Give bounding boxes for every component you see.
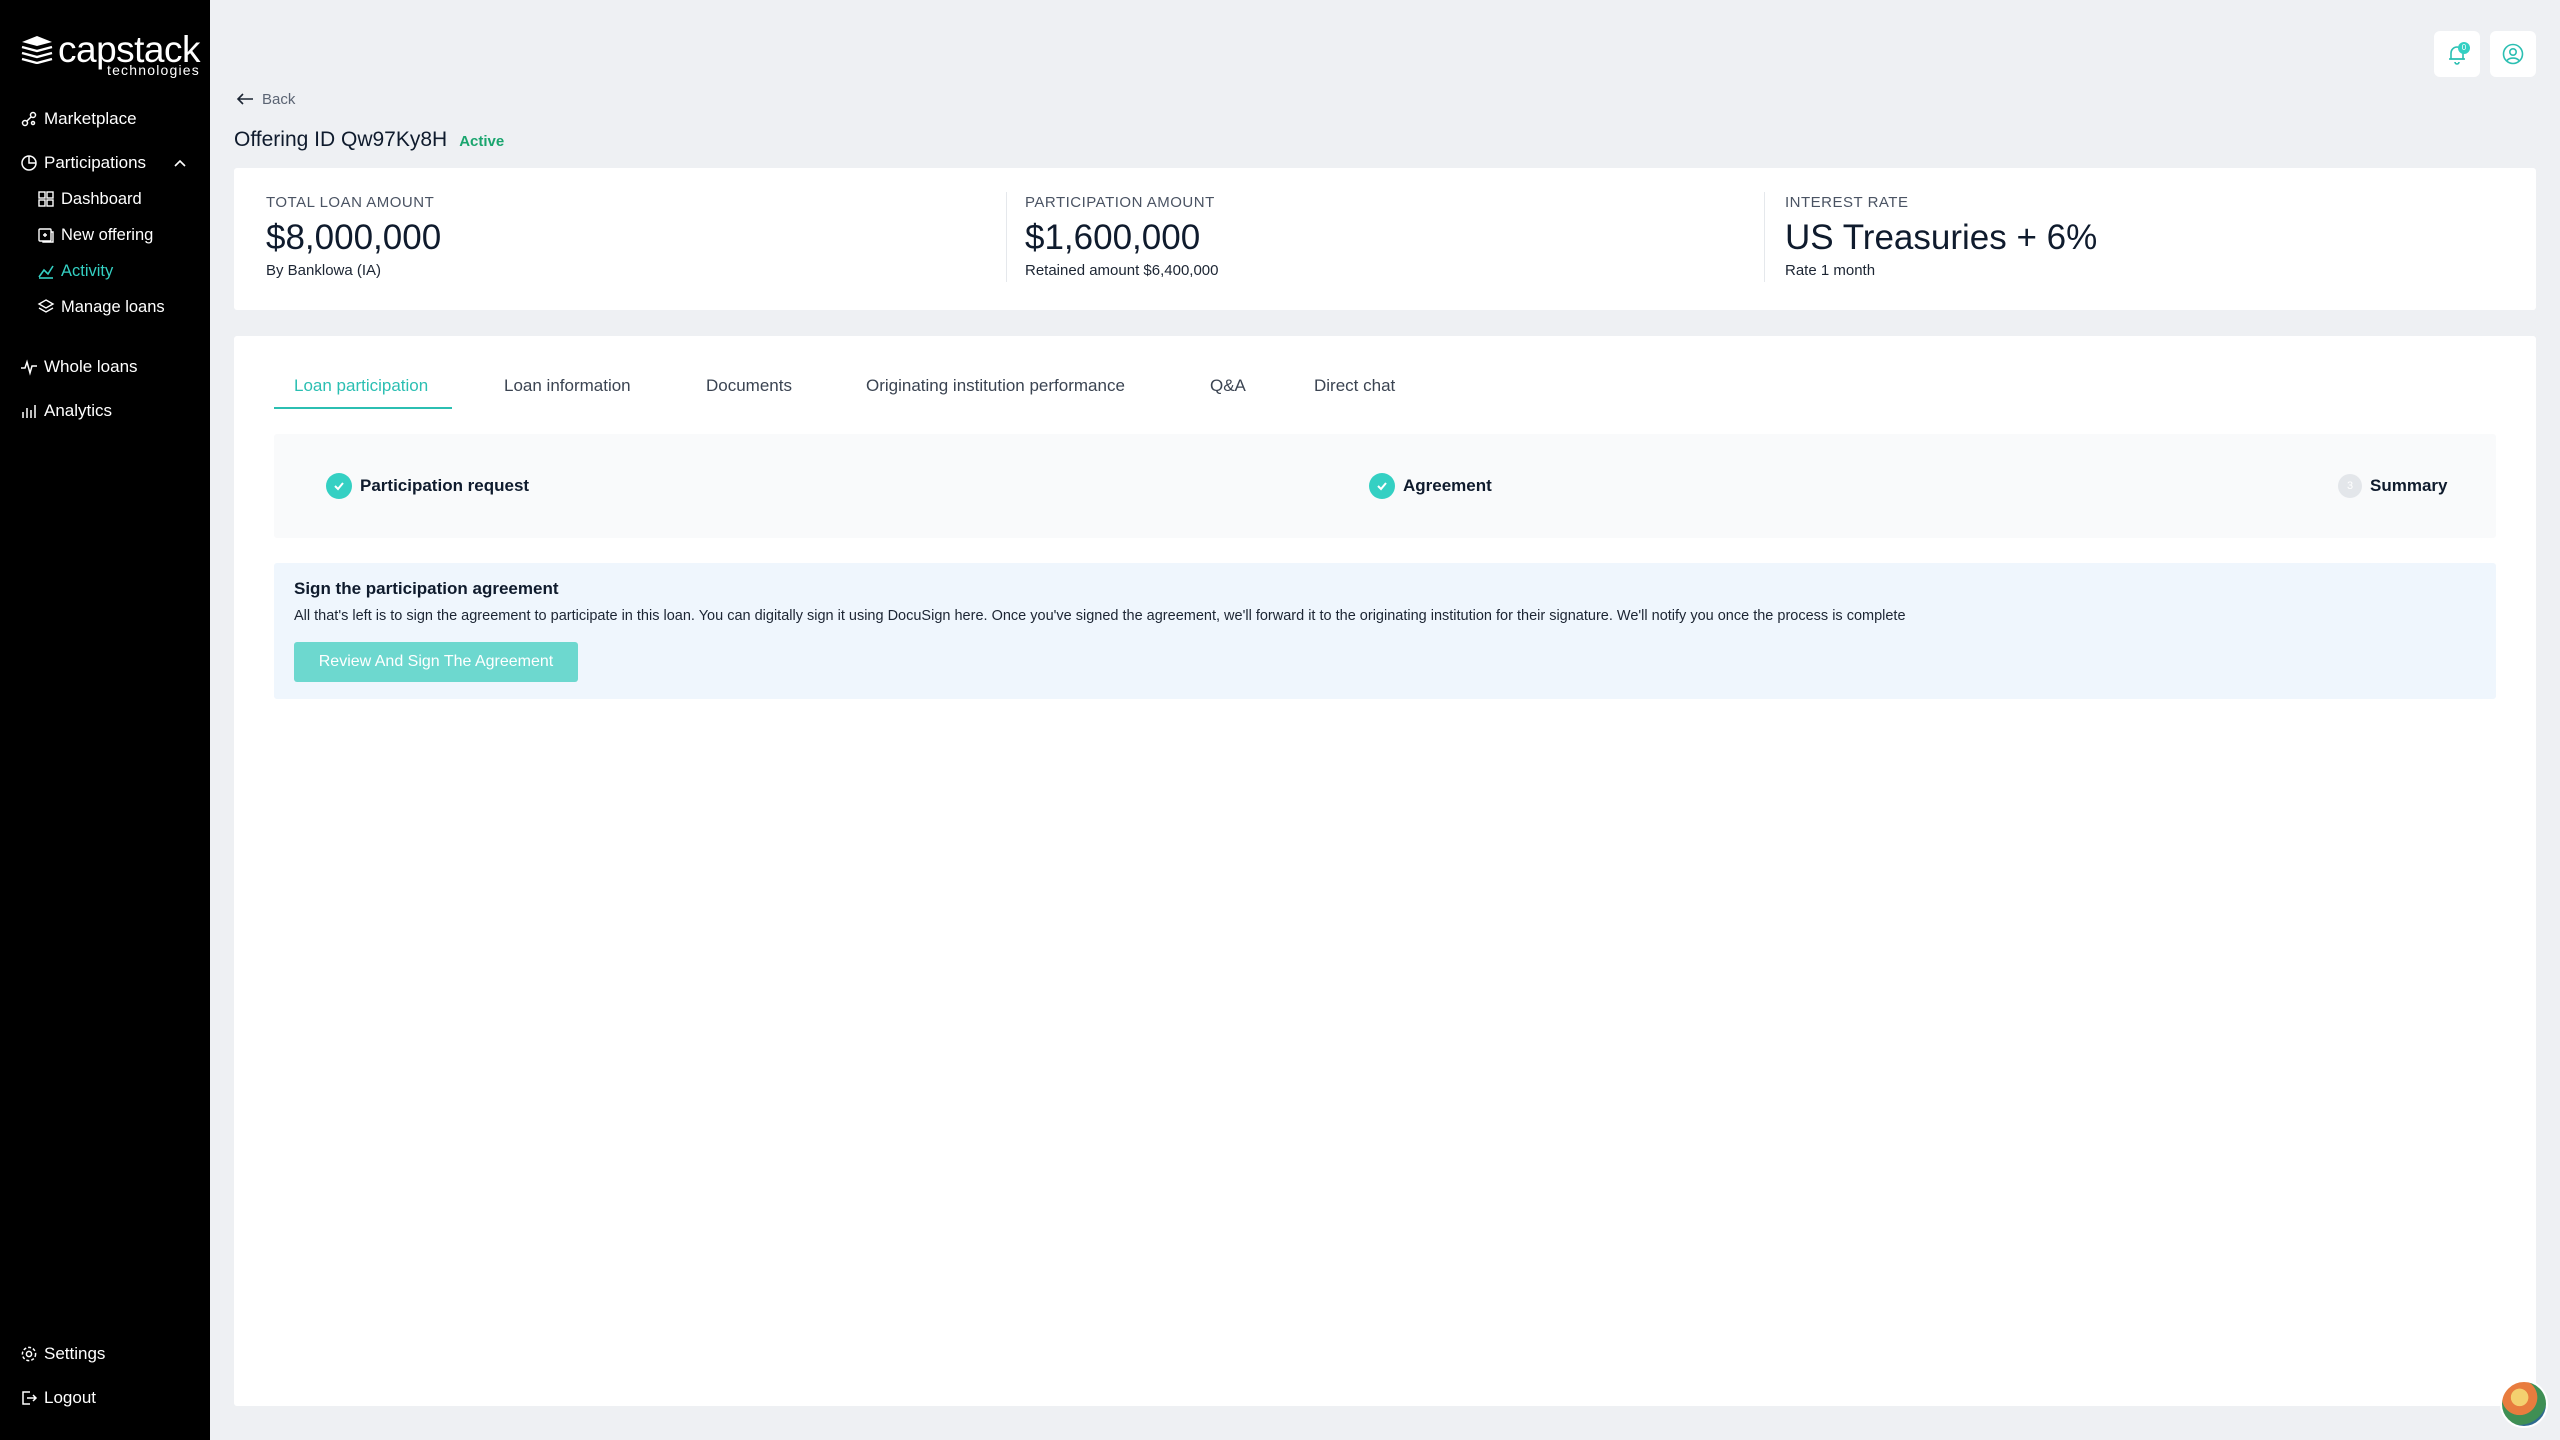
sidebar-item-label: Analytics — [44, 401, 113, 420]
tab-originating-institution-performance[interactable]: Originating institution performance — [866, 376, 1125, 408]
stat-value: $1,600,000 — [1025, 218, 1201, 257]
logout-icon — [22, 1391, 38, 1405]
stat-label: INTEREST RATE — [1785, 194, 1909, 211]
sidebar: capstack technologies Marketplace Partic… — [0, 0, 210, 1440]
sidebar-item-label: New offering — [61, 225, 154, 244]
stat-label: PARTICIPATION AMOUNT — [1025, 194, 1215, 211]
notifications-button[interactable]: 0 — [2434, 31, 2480, 77]
tab-direct-chat[interactable]: Direct chat — [1314, 376, 1395, 408]
active-tab-indicator — [274, 407, 452, 409]
chevron-up-icon[interactable] — [172, 156, 188, 172]
stat-value: US Treasuries + 6% — [1785, 218, 2098, 257]
page-header: Offering ID Qw97Ky8H Active — [234, 128, 504, 152]
sidebar-item-label: Settings — [44, 1344, 106, 1363]
profile-button[interactable] — [2490, 31, 2536, 77]
tab-loan-information[interactable]: Loan information — [504, 376, 631, 408]
whole-loans-icon — [21, 359, 37, 376]
sidebar-item-analytics[interactable]: Analytics — [20, 398, 112, 424]
sidebar-item-label: Marketplace — [44, 109, 137, 128]
tab-loan-participation[interactable]: Loan participation — [294, 376, 428, 408]
participations-icon — [21, 155, 37, 171]
sidebar-item-label: Whole loans — [44, 357, 138, 376]
step-number: 3 — [2338, 474, 2362, 498]
stat-interest-rate: INTEREST RATE US Treasuries + 6% Rate 1 … — [1785, 194, 2097, 280]
sidebar-item-label: Participations — [44, 153, 147, 172]
step-label: Summary — [2370, 476, 2448, 495]
back-label: Back — [262, 90, 296, 108]
loan-summary-card: TOTAL LOAN AMOUNT $8,000,000 By Banklowa… — [234, 168, 2536, 310]
stat-participation-amount: PARTICIPATION AMOUNT $1,600,000 Retained… — [1025, 194, 1218, 280]
tab-documents[interactable]: Documents — [706, 376, 792, 408]
step-label: Agreement — [1403, 476, 1492, 495]
user-icon — [2502, 43, 2524, 65]
step-label: Participation request — [360, 476, 530, 495]
review-and-sign-button[interactable]: Review And Sign The Agreement — [294, 642, 578, 682]
sign-agreement-box: Sign the participation agreement All tha… — [274, 563, 2496, 699]
sidebar-item-label: Activity — [61, 261, 114, 280]
sidebar-item-label: Manage loans — [61, 297, 165, 316]
sidebar-item-marketplace[interactable]: Marketplace — [20, 106, 137, 132]
step-summary: 3 Summary — [2338, 472, 2447, 500]
activity-icon — [38, 265, 54, 279]
notification-badge: 0 — [2458, 42, 2470, 54]
tab-qa[interactable]: Q&A — [1210, 376, 1246, 408]
marketplace-icon — [21, 111, 37, 127]
sidebar-item-manage-loans[interactable]: Manage loans — [37, 294, 165, 320]
stat-subtext: Rate 1 month — [1785, 262, 1876, 279]
analytics-icon — [22, 405, 36, 418]
check-icon — [326, 473, 352, 499]
loan-participation-panel: Loan participation Loan information Docu… — [234, 336, 2536, 1406]
sidebar-item-label: Logout — [44, 1388, 96, 1407]
stat-subtext: Retained amount $6,400,000 — [1025, 262, 1219, 279]
new-offering-icon — [38, 228, 54, 243]
sign-agreement-text: All that's left is to sign the agreement… — [294, 608, 1906, 624]
sidebar-item-activity[interactable]: Activity — [37, 258, 113, 284]
sidebar-item-dashboard[interactable]: Dashboard — [37, 186, 142, 212]
sidebar-item-whole-loans[interactable]: Whole loans — [20, 354, 138, 380]
back-link[interactable]: Back — [236, 88, 295, 110]
sidebar-item-logout[interactable]: Logout — [20, 1385, 96, 1411]
page-title: Offering ID Qw97Ky8H — [234, 128, 448, 151]
step-agreement: Agreement — [1369, 472, 1492, 500]
sidebar-item-settings[interactable]: Settings — [20, 1341, 105, 1367]
arrow-left-icon — [236, 93, 253, 105]
brand-subtitle: technologies — [106, 62, 200, 78]
stat-subtext: By Banklowa (IA) — [266, 262, 382, 279]
manage-loans-icon — [37, 299, 55, 313]
sidebar-item-new-offering[interactable]: New offering — [37, 222, 153, 248]
dashboard-icon — [38, 191, 54, 207]
capstack-logo[interactable]: capstack technologies — [20, 30, 201, 78]
progress-stepper: Participation request Agreement 3 Summar… — [274, 434, 2496, 538]
stat-total-loan-amount: TOTAL LOAN AMOUNT $8,000,000 By Banklowa… — [266, 194, 441, 280]
sidebar-item-label: Dashboard — [61, 189, 142, 208]
stat-divider — [1764, 192, 1765, 282]
check-icon — [1369, 473, 1395, 499]
status-badge: Active — [459, 133, 505, 150]
step-participation-request: Participation request — [326, 472, 529, 500]
stat-divider — [1006, 192, 1007, 282]
capstack-logo-icon — [21, 36, 53, 64]
stat-label: TOTAL LOAN AMOUNT — [266, 194, 435, 211]
sign-agreement-title: Sign the participation agreement — [294, 579, 559, 598]
stat-value: $8,000,000 — [266, 218, 442, 257]
gear-icon — [21, 1346, 37, 1362]
sidebar-item-participations[interactable]: Participations — [20, 150, 146, 176]
help-avatar[interactable] — [2500, 1380, 2548, 1428]
